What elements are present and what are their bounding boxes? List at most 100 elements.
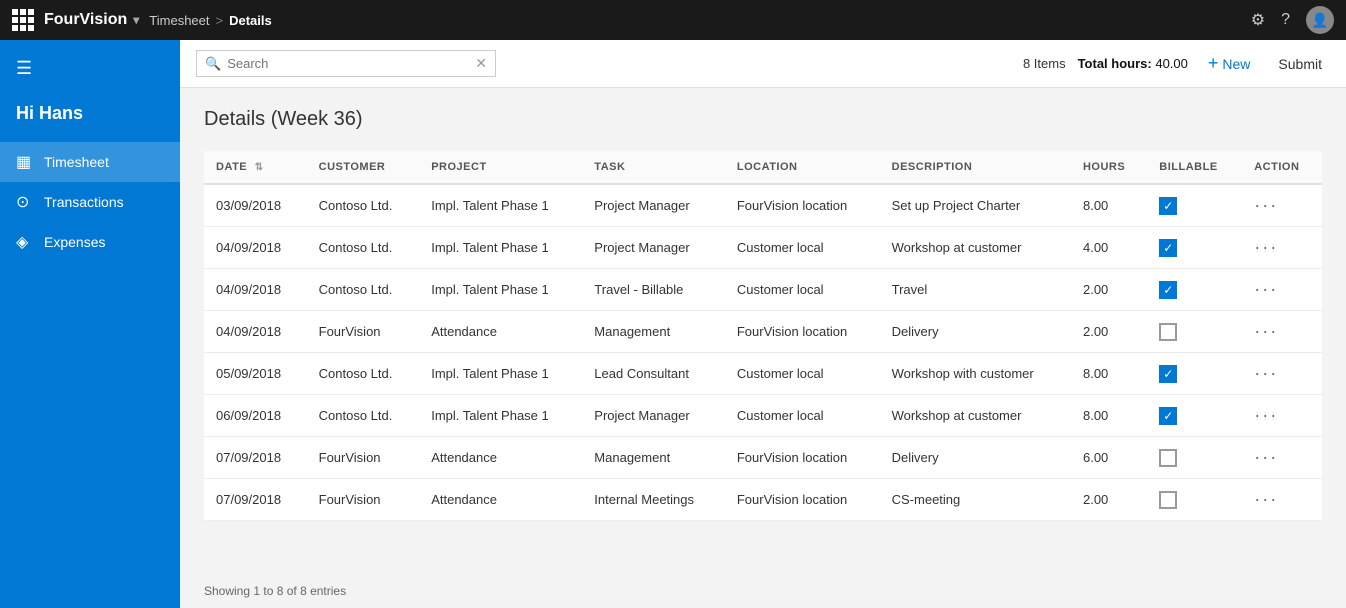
checkbox-checked[interactable]: ✓ (1159, 281, 1177, 299)
items-count: 8 Items (1023, 56, 1066, 71)
cell-description: Set up Project Charter (880, 184, 1071, 227)
brand-chevron-icon: ▾ (133, 13, 139, 27)
cell-location: Customer local (725, 395, 880, 437)
cell-project: Attendance (419, 311, 582, 353)
cell-action[interactable]: ··· (1242, 479, 1322, 521)
cell-date: 05/09/2018 (204, 353, 307, 395)
table-row: 07/09/2018FourVisionAttendanceManagement… (204, 437, 1322, 479)
cell-billable[interactable]: ✓ (1147, 353, 1242, 395)
breadcrumb-current: Details (229, 13, 272, 28)
apps-grid-button[interactable] (12, 9, 34, 31)
search-input[interactable] (227, 56, 469, 71)
action-menu-icon[interactable]: ··· (1254, 363, 1278, 383)
action-menu-icon[interactable]: ··· (1254, 447, 1278, 467)
page-footer: Showing 1 to 8 of 8 entries (180, 574, 1346, 608)
settings-icon[interactable]: ⚙ (1251, 10, 1265, 30)
sidebar-item-expenses[interactable]: ◈ Expenses (0, 222, 180, 262)
sidebar-hamburger[interactable]: ☰ (0, 48, 180, 89)
help-icon[interactable]: ? (1281, 11, 1290, 29)
action-menu-icon[interactable]: ··· (1254, 195, 1278, 215)
grid-icon (12, 9, 34, 31)
cell-date: 07/09/2018 (204, 479, 307, 521)
body-layout: ☰ Hi Hans ▦ Timesheet ⊙ Transactions ◈ E… (0, 40, 1346, 608)
cell-description: CS-meeting (880, 479, 1071, 521)
col-customer: CUSTOMER (307, 151, 420, 184)
checkbox-unchecked[interactable] (1159, 323, 1177, 341)
cell-billable[interactable] (1147, 479, 1242, 521)
cell-task: Internal Meetings (582, 479, 725, 521)
col-hours: HOURS (1071, 151, 1147, 184)
checkbox-unchecked[interactable] (1159, 449, 1177, 467)
transactions-icon: ⊙ (16, 192, 34, 212)
cell-action[interactable]: ··· (1242, 227, 1322, 269)
col-action: ACTION (1242, 151, 1322, 184)
sidebar-item-label: Expenses (44, 234, 105, 250)
checkbox-checked[interactable]: ✓ (1159, 365, 1177, 383)
checkbox-checked[interactable]: ✓ (1159, 197, 1177, 215)
cell-location: Customer local (725, 269, 880, 311)
checkbox-checked[interactable]: ✓ (1159, 239, 1177, 257)
new-button[interactable]: + New (1200, 49, 1259, 78)
cell-action[interactable]: ··· (1242, 184, 1322, 227)
breadcrumb-parent[interactable]: Timesheet (149, 13, 209, 28)
cell-hours: 2.00 (1071, 269, 1147, 311)
brand-name[interactable]: FourVision ▾ (44, 11, 139, 29)
sidebar-item-label: Transactions (44, 194, 124, 210)
cell-date: 04/09/2018 (204, 227, 307, 269)
cell-billable[interactable]: ✓ (1147, 269, 1242, 311)
col-billable: BILLABLE (1147, 151, 1242, 184)
cell-billable[interactable]: ✓ (1147, 227, 1242, 269)
search-clear-icon[interactable]: ✕ (475, 55, 487, 72)
sidebar-item-transactions[interactable]: ⊙ Transactions (0, 182, 180, 222)
cell-action[interactable]: ··· (1242, 395, 1322, 437)
table-row: 03/09/2018Contoso Ltd.Impl. Talent Phase… (204, 184, 1322, 227)
table-row: 06/09/2018Contoso Ltd.Impl. Talent Phase… (204, 395, 1322, 437)
action-menu-icon[interactable]: ··· (1254, 321, 1278, 341)
topbar: FourVision ▾ Timesheet > Details ⚙ ? 👤 (0, 0, 1346, 40)
sidebar-item-timesheet[interactable]: ▦ Timesheet (0, 142, 180, 182)
cell-customer: Contoso Ltd. (307, 269, 420, 311)
cell-description: Travel (880, 269, 1071, 311)
cell-date: 06/09/2018 (204, 395, 307, 437)
cell-action[interactable]: ··· (1242, 437, 1322, 479)
table-row: 04/09/2018Contoso Ltd.Impl. Talent Phase… (204, 269, 1322, 311)
cell-billable[interactable]: ✓ (1147, 184, 1242, 227)
cell-billable[interactable] (1147, 437, 1242, 479)
avatar[interactable]: 👤 (1306, 6, 1334, 34)
cell-hours: 6.00 (1071, 437, 1147, 479)
main-content: 🔍 ✕ 8 Items Total hours: 40.00 + New Sub… (180, 40, 1346, 608)
action-menu-icon[interactable]: ··· (1254, 489, 1278, 509)
table-header-row: DATE ⇅ CUSTOMER PROJECT TASK LOCATION DE… (204, 151, 1322, 184)
cell-location: Customer local (725, 353, 880, 395)
cell-action[interactable]: ··· (1242, 311, 1322, 353)
action-menu-icon[interactable]: ··· (1254, 405, 1278, 425)
cell-project: Attendance (419, 479, 582, 521)
col-location: LOCATION (725, 151, 880, 184)
page-title: Details (Week 36) (204, 108, 1322, 131)
cell-customer: FourVision (307, 437, 420, 479)
cell-task: Project Manager (582, 184, 725, 227)
cell-billable[interactable]: ✓ (1147, 395, 1242, 437)
cell-date: 03/09/2018 (204, 184, 307, 227)
search-box[interactable]: 🔍 ✕ (196, 50, 496, 77)
cell-project: Impl. Talent Phase 1 (419, 353, 582, 395)
cell-billable[interactable] (1147, 311, 1242, 353)
table-row: 04/09/2018FourVisionAttendanceManagement… (204, 311, 1322, 353)
cell-hours: 2.00 (1071, 479, 1147, 521)
sort-date-icon[interactable]: ⇅ (255, 162, 264, 173)
toolbar: 🔍 ✕ 8 Items Total hours: 40.00 + New Sub… (180, 40, 1346, 88)
checkbox-unchecked[interactable] (1159, 491, 1177, 509)
details-table: DATE ⇅ CUSTOMER PROJECT TASK LOCATION DE… (204, 151, 1322, 521)
action-menu-icon[interactable]: ··· (1254, 237, 1278, 257)
action-menu-icon[interactable]: ··· (1254, 279, 1278, 299)
col-description: DESCRIPTION (880, 151, 1071, 184)
cell-action[interactable]: ··· (1242, 353, 1322, 395)
checkbox-checked[interactable]: ✓ (1159, 407, 1177, 425)
cell-project: Impl. Talent Phase 1 (419, 184, 582, 227)
submit-button[interactable]: Submit (1270, 52, 1330, 76)
cell-customer: FourVision (307, 479, 420, 521)
total-hours: Total hours: 40.00 (1078, 56, 1188, 71)
cell-action[interactable]: ··· (1242, 269, 1322, 311)
col-task: TASK (582, 151, 725, 184)
expenses-icon: ◈ (16, 232, 34, 252)
